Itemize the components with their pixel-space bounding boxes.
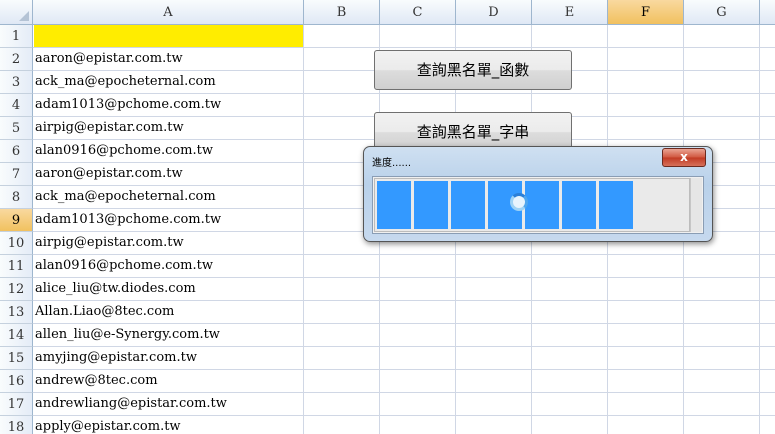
close-icon: x bbox=[680, 150, 688, 164]
cell-a1[interactable] bbox=[34, 25, 35, 47]
dialog-title: 進度...... bbox=[372, 158, 412, 169]
cell-a9[interactable]: adam1013@pchome.com.tw bbox=[34, 209, 221, 231]
row-header[interactable]: 3 bbox=[0, 71, 33, 94]
row-header[interactable]: 15 bbox=[0, 347, 33, 370]
column-header-c[interactable]: C bbox=[380, 0, 456, 25]
progress-segment bbox=[414, 181, 448, 229]
row-header[interactable]: 16 bbox=[0, 370, 33, 393]
cell-a7[interactable]: aaron@epistar.com.tw bbox=[34, 163, 183, 185]
progress-segment bbox=[525, 181, 559, 229]
row-header[interactable]: 1 bbox=[0, 25, 33, 48]
cell-a11[interactable]: alan0916@pchome.com.tw bbox=[34, 255, 213, 277]
cell-a10[interactable]: airpig@epistar.com.tw bbox=[34, 232, 184, 254]
gridline bbox=[759, 25, 760, 434]
row-header[interactable]: 10 bbox=[0, 232, 33, 255]
progress-segment bbox=[451, 181, 485, 229]
cell-a4[interactable]: adam1013@pchome.com.tw bbox=[34, 94, 221, 116]
vertical-scrollbar[interactable] bbox=[690, 178, 702, 232]
dialog-client-area bbox=[372, 176, 704, 234]
query-blacklist-function-button[interactable]: 查詢黑名單_函數 bbox=[374, 50, 572, 90]
cell-a16[interactable]: andrew@8tec.com bbox=[34, 370, 158, 392]
cell-a15[interactable]: amyjing@epistar.com.tw bbox=[34, 347, 197, 369]
progress-bar bbox=[374, 178, 690, 232]
progress-dialog: 進度...... x bbox=[363, 146, 713, 242]
cell-a12[interactable]: alice_liu@tw.diodes.com bbox=[34, 278, 196, 300]
cell-a8[interactable]: ack_ma@epocheternal.com bbox=[34, 186, 216, 208]
cell-a6[interactable]: alan0916@pchome.com.tw bbox=[34, 140, 213, 162]
cell-a3[interactable]: ack_ma@epocheternal.com bbox=[34, 71, 216, 93]
busy-spinner-icon bbox=[510, 193, 528, 211]
row-header[interactable]: 13 bbox=[0, 301, 33, 324]
spreadsheet: ABCDEFG 1 2 aaron@epistar.com.tw 3 ack_ma@ep… bbox=[0, 0, 775, 434]
row-header[interactable]: 4 bbox=[0, 94, 33, 117]
row-header[interactable]: 11 bbox=[0, 255, 33, 278]
row-header[interactable]: 14 bbox=[0, 324, 33, 347]
row-header[interactable]: 6 bbox=[0, 140, 33, 163]
column-header-f[interactable]: F bbox=[608, 0, 684, 25]
gridline bbox=[303, 25, 304, 434]
row-header[interactable]: 7 bbox=[0, 163, 33, 186]
column-header-g[interactable]: G bbox=[684, 0, 760, 25]
row-header[interactable]: 18 bbox=[0, 416, 33, 434]
close-button[interactable]: x bbox=[662, 148, 706, 167]
column-header-b[interactable]: B bbox=[304, 0, 380, 25]
progress-segment bbox=[377, 181, 411, 229]
column-header-a[interactable]: A bbox=[33, 0, 304, 25]
cell-a14[interactable]: allen_liu@e-Synergy.com.tw bbox=[34, 324, 220, 346]
row-header[interactable]: 12 bbox=[0, 278, 33, 301]
column-header-e[interactable]: E bbox=[532, 0, 608, 25]
cell-a2[interactable]: aaron@epistar.com.tw bbox=[34, 48, 183, 70]
select-all-corner[interactable] bbox=[0, 0, 33, 25]
column-header-next[interactable] bbox=[760, 0, 775, 25]
cell-a13[interactable]: Allan.Liao@8tec.com bbox=[34, 301, 174, 323]
row-header[interactable]: 5 bbox=[0, 117, 33, 140]
cell-a1-highlight[interactable] bbox=[34, 25, 303, 47]
row-header[interactable]: 8 bbox=[0, 186, 33, 209]
progress-segment bbox=[599, 181, 633, 229]
progress-segment bbox=[562, 181, 596, 229]
column-header-d[interactable]: D bbox=[456, 0, 532, 25]
cell-a18[interactable]: apply@epistar.com.tw bbox=[34, 416, 181, 434]
cell-a17[interactable]: andrewliang@epistar.com.tw bbox=[34, 393, 227, 415]
row-header[interactable]: 9 bbox=[0, 209, 33, 232]
row-header[interactable]: 17 bbox=[0, 393, 33, 416]
row-header[interactable]: 2 bbox=[0, 48, 33, 71]
cell-a5[interactable]: airpig@epistar.com.tw bbox=[34, 117, 184, 139]
